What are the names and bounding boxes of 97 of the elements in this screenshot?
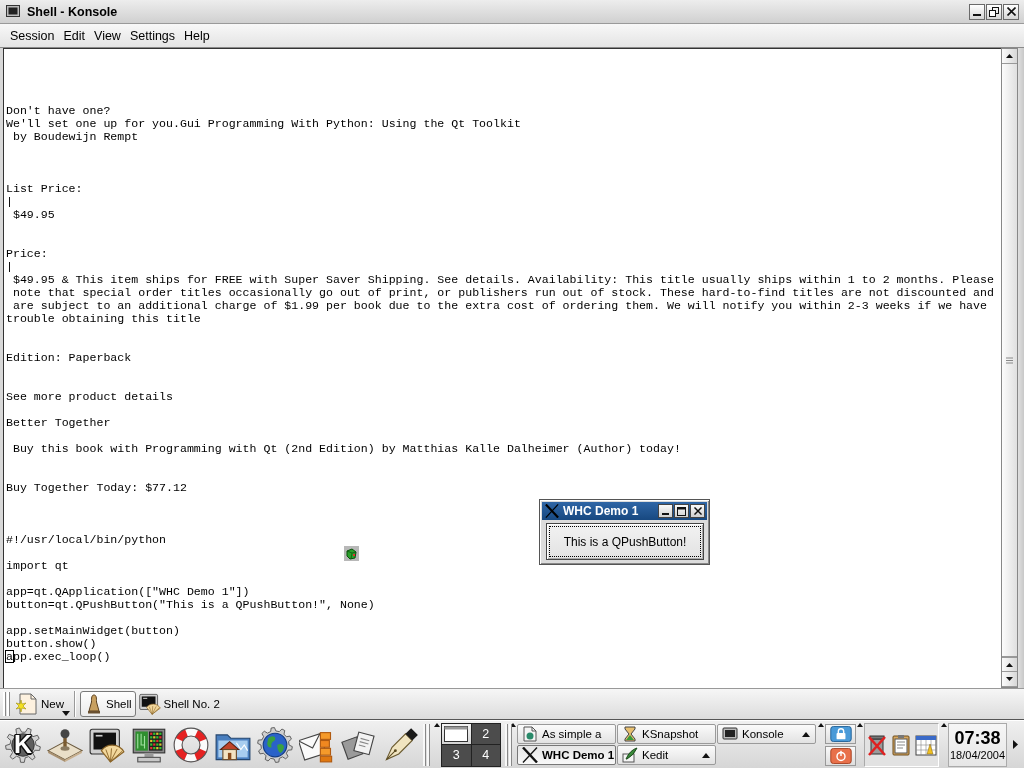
terminal-icon <box>6 5 20 18</box>
terminal-line: List Price: <box>6 182 83 195</box>
up-arrow-icon <box>1006 662 1013 667</box>
gear-icon <box>5 726 41 763</box>
clipboard-icon[interactable] <box>890 733 911 756</box>
restore-icon <box>989 6 999 17</box>
terminal-line: $49.95 & This item ships for FREE with Super Saver Shipping. See details. Availability: This title usually ships within 1 to 2 months. Please <box>11 273 994 286</box>
terminal-line: Don't have one? <box>6 104 111 117</box>
document-icon <box>522 726 538 742</box>
terminal-line: Better Together <box>6 416 111 429</box>
globe-icon[interactable] <box>257 726 293 763</box>
dialog-title: WHC Demo 1 <box>563 504 640 518</box>
task-button[interactable]: KSnapshot <box>617 724 716 744</box>
terminal-line: button=qt.QPushButton("This is a QPushButton!", None) <box>6 598 375 611</box>
scroll-up-button[interactable] <box>1002 657 1017 672</box>
toolbar-handle[interactable] <box>2 691 11 717</box>
session-tab[interactable]: Shell No. 2 <box>136 691 224 717</box>
new-session-button[interactable]: New <box>12 690 71 718</box>
task-button[interactable]: Kedit <box>617 745 716 765</box>
joystick-icon[interactable] <box>47 726 83 763</box>
menu-item[interactable]: View <box>90 26 125 45</box>
session-tab[interactable]: Shell <box>80 691 136 717</box>
down-arrow-icon <box>1006 677 1013 681</box>
desktop-cell[interactable]: 3 <box>442 745 471 766</box>
k-menu-button[interactable]: K <box>5 726 41 763</box>
minimize-button[interactable] <box>969 3 985 20</box>
task-button[interactable]: WHC Demo 1 <box>517 745 616 765</box>
task-button[interactable]: As simple a <box>517 724 616 744</box>
up-arrow-icon <box>1006 54 1013 58</box>
terminal-pane[interactable] <box>3 48 1001 688</box>
power-icon <box>829 747 852 764</box>
pen-icon[interactable] <box>383 726 419 763</box>
menu-item[interactable]: Edit <box>59 26 90 45</box>
terminal-line: import qt <box>6 559 69 572</box>
terminal-line: Price: <box>6 247 48 260</box>
logout-button[interactable] <box>825 745 856 766</box>
terminal-line: button.show() <box>6 637 97 650</box>
x-mark-icon <box>522 747 538 763</box>
cube-icon <box>344 546 359 561</box>
menu-item[interactable]: Session <box>6 26 59 45</box>
hourglass-icon <box>622 726 638 742</box>
clock-date: 18/04/2004 <box>949 749 1006 762</box>
calendar-icon[interactable] <box>914 733 937 756</box>
clock-time: 07:38 <box>954 727 1001 749</box>
terminal-line: app.setMainWidget(button) <box>6 624 180 637</box>
terminal-line: See more product details <box>6 390 173 403</box>
terminal-shell-icon[interactable] <box>89 726 125 763</box>
terminal-line: | <box>6 260 13 273</box>
close-button[interactable] <box>690 504 705 518</box>
circuit-monitor-icon[interactable] <box>131 726 167 763</box>
terminal-line: app=qt.QApplication(["WHC Demo 1"]) <box>6 585 250 598</box>
arrow-right-icon <box>1013 740 1018 749</box>
caret-icon <box>62 711 70 716</box>
terminal-line: | <box>6 195 13 208</box>
desktop-cell[interactable]: 2 <box>471 723 500 744</box>
maximize-button[interactable] <box>674 504 689 518</box>
menu-item[interactable]: Settings <box>125 26 180 45</box>
lock-icon <box>829 725 852 742</box>
terminal-line: We'll set one up for you.Gui Programming With Python: Using the Qt Toolkit <box>6 117 521 130</box>
terminal-line: by Boudewijn Rempt <box>11 130 139 143</box>
maximize-icon <box>677 506 686 516</box>
terminal-line: #!/usr/local/bin/python <box>6 533 167 546</box>
terminal-shell-icon <box>138 693 161 715</box>
desktop-cell[interactable]: 4 <box>471 745 500 766</box>
scroll-thumb[interactable] <box>1002 64 1017 657</box>
new-document-icon <box>14 693 38 715</box>
x-mark-icon <box>545 504 559 518</box>
terminal-line: note that special order titles occasionally go out of print, or publishers run out of stock. These hard-to-find titles are not discounted and <box>11 286 994 299</box>
minimize-icon <box>973 13 981 16</box>
lifebuoy-icon[interactable] <box>173 726 209 763</box>
terminal-line: Buy Together Today: $77.12 <box>6 481 187 494</box>
vertical-scrollbar[interactable] <box>1001 48 1018 688</box>
push-button[interactable]: This is a QPushButton! <box>546 523 704 560</box>
crossed-trash-icon[interactable] <box>866 733 887 756</box>
terminal-line: are subject to an additional charge of $1.99 per book due to the extra cost of ordering them. We will notify you within 2-3 weeks if we have <box>11 299 987 312</box>
monitor-icon <box>722 726 738 742</box>
task-button[interactable]: Konsole <box>717 724 816 744</box>
terminal-line: trouble obtaining this title <box>6 312 201 325</box>
terminal-line: Buy this book with Programming with Qt (2nd Edition) by Matthias Kalle Dalheimer (Author) today! <box>11 442 681 455</box>
clock[interactable]: 07:38 18/04/2004 <box>948 722 1007 767</box>
applet-handle[interactable] <box>423 721 441 768</box>
close-icon <box>1006 7 1016 16</box>
terminal-line: $49.95 <box>11 208 55 221</box>
close-icon <box>693 507 702 515</box>
quill-icon <box>622 747 638 763</box>
minimize-icon <box>662 513 669 515</box>
window-title: Shell - Konsole <box>27 4 119 19</box>
menu-item[interactable]: Help <box>180 26 214 45</box>
scroll-down-button[interactable] <box>1002 672 1017 687</box>
minimize-button[interactable] <box>658 504 673 518</box>
lock-screen-button[interactable] <box>825 723 856 744</box>
terminal-line: Edition: Paperback <box>6 351 132 364</box>
restore-button[interactable] <box>986 3 1002 20</box>
grip-icon <box>1006 356 1013 364</box>
scroll-up-button[interactable] <box>1002 49 1017 64</box>
bell-icon <box>87 694 101 714</box>
close-button[interactable] <box>1003 3 1019 20</box>
